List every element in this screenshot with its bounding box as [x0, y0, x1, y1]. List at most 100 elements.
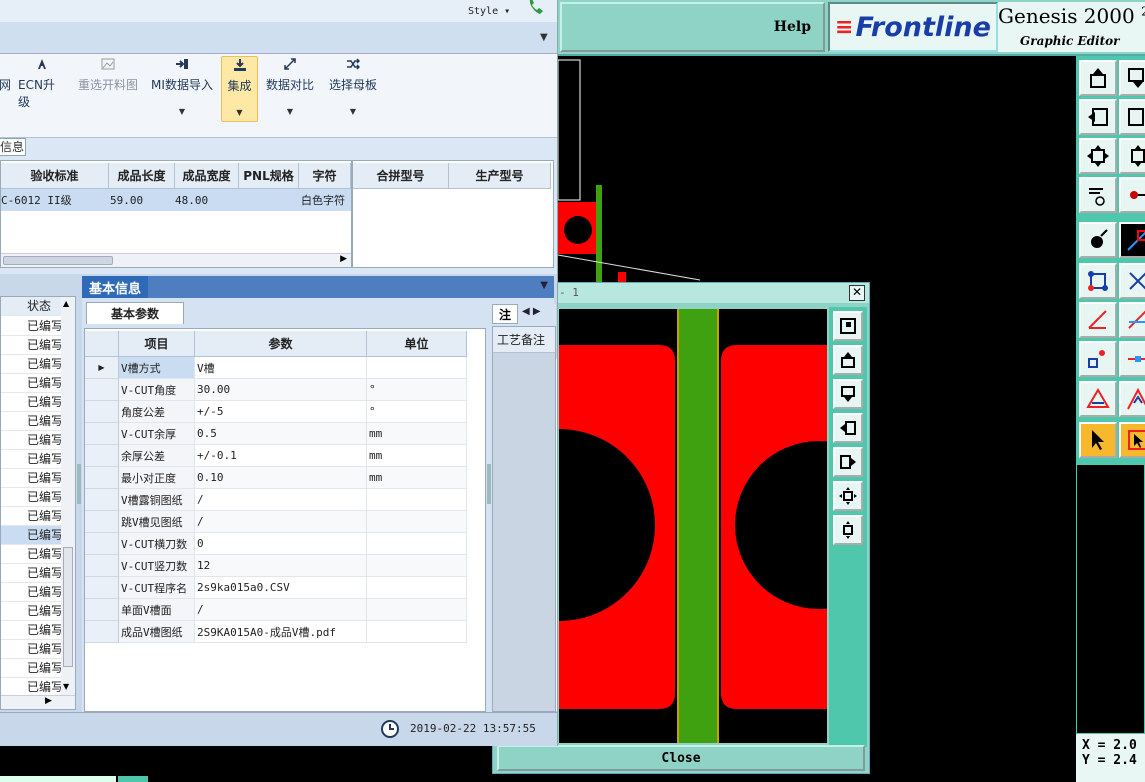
table-cell[interactable]: V槽	[195, 357, 367, 379]
dropdown-arrow-icon[interactable]: ▼	[350, 107, 356, 116]
table-cell[interactable]	[367, 533, 467, 555]
scroll-thumb[interactable]	[63, 547, 73, 667]
table-cell[interactable]: /	[195, 599, 367, 621]
table-cell[interactable]	[367, 489, 467, 511]
node-connect-icon[interactable]	[1079, 263, 1117, 299]
row-header[interactable]	[85, 467, 119, 489]
column-header[interactable]: 项目	[119, 331, 195, 357]
row-header[interactable]	[85, 489, 119, 511]
list-item[interactable]: 已编写	[1, 545, 63, 564]
table-cell[interactable]: 2s9ka015a0.CSV	[195, 577, 367, 599]
column-header[interactable]: 工艺备注	[493, 327, 555, 353]
list-item[interactable]: 已编写	[1, 507, 63, 526]
table-row[interactable]: 角度公差 +/-5 °	[85, 401, 485, 423]
list-item[interactable]: 已编写	[1, 393, 63, 412]
table-cell[interactable]: 白色字符	[299, 189, 351, 211]
scroll-down-icon[interactable]: ▼	[63, 682, 69, 691]
table-cell[interactable]: +/-0.1	[195, 445, 367, 467]
taskbar-item[interactable]	[118, 776, 148, 782]
row-header[interactable]	[85, 599, 119, 621]
column-header[interactable]: 生产型号	[449, 163, 551, 189]
table-cell[interactable]: V槽露铜图纸	[119, 489, 195, 511]
lower-layer-icon[interactable]	[1119, 60, 1145, 96]
peak-tool-icon[interactable]	[1119, 381, 1145, 417]
row-header[interactable]	[85, 511, 119, 533]
ribbon-btn-network[interactable]: 网	[0, 56, 12, 122]
table-cell[interactable]: 30.00	[195, 379, 367, 401]
taskbar-item[interactable]	[0, 776, 116, 782]
ribbon-btn-ecn[interactable]: ECN升级	[18, 56, 66, 122]
table-cell[interactable]: 最小对正度	[119, 467, 195, 489]
table-cell[interactable]: V-CUT角度	[119, 379, 195, 401]
horizontal-scrollbar[interactable]: ▶	[1, 695, 75, 709]
table-row[interactable]: V-CUT余厚 0.5 mm	[85, 423, 485, 445]
list-item[interactable]: 已编写	[1, 355, 63, 374]
angle-tool-icon[interactable]	[1079, 302, 1117, 338]
table-row[interactable]: V-CUT横刀数 0	[85, 533, 485, 555]
ribbon-btn-select-mother[interactable]: 选择母板 ▼	[328, 56, 378, 122]
row-header[interactable]	[85, 577, 119, 599]
list-item[interactable]: 已编写	[1, 431, 63, 450]
zoom-right-icon[interactable]	[833, 447, 863, 477]
table-row[interactable]: 成品V槽图纸 2S9KA015A0-成品V槽.pdf	[85, 621, 485, 643]
table-cell[interactable]: °	[367, 379, 467, 401]
table-cell[interactable]: 余厚公差	[119, 445, 195, 467]
table-cell[interactable]: 成品V槽图纸	[119, 621, 195, 643]
list-item[interactable]: 已编写	[1, 336, 63, 355]
scroll-right-icon[interactable]: ▶	[45, 696, 52, 706]
line-tool-icon[interactable]	[1119, 222, 1145, 258]
row-header[interactable]	[85, 423, 119, 445]
list-item[interactable]: 已编写	[1, 602, 63, 621]
table-row[interactable]: V-CUT程序名 2s9ka015a0.CSV	[85, 577, 485, 599]
list-item[interactable]: 已编写	[1, 469, 63, 488]
row-header[interactable]	[85, 445, 119, 467]
table-cell[interactable]: 2S9KA015A0-成品V槽.pdf	[195, 621, 367, 643]
table-cell[interactable]: 单面V槽面	[119, 599, 195, 621]
table-cell[interactable]: 0	[195, 533, 367, 555]
ribbon-btn-compare[interactable]: 数据对比 ▼	[264, 56, 316, 122]
move-left-icon[interactable]	[1079, 99, 1117, 135]
pad-add-icon[interactable]	[1079, 222, 1117, 258]
table-cell[interactable]	[367, 357, 467, 379]
zoom-canvas[interactable]	[559, 309, 827, 743]
table-cell[interactable]: /	[195, 489, 367, 511]
list-item[interactable]: 已编写	[1, 374, 63, 393]
current-row-icon[interactable]: ▶	[85, 357, 119, 379]
tab-basic-params[interactable]: 基本参数	[86, 302, 184, 324]
triangle-tool-icon[interactable]	[1079, 381, 1117, 417]
row-header[interactable]	[85, 379, 119, 401]
arrow-line-icon[interactable]	[1119, 302, 1145, 338]
table-cell[interactable]: 0.10	[195, 467, 367, 489]
ribbon-collapse-icon[interactable]: ▼	[540, 32, 548, 43]
horizontal-scrollbar[interactable]: ▶	[1, 253, 351, 267]
table-cell[interactable]: °	[367, 401, 467, 423]
column-header[interactable]: 字符	[299, 163, 351, 189]
table-row[interactable]: V-CUT竖刀数 12	[85, 555, 485, 577]
zoom-expand-vertical-icon[interactable]	[833, 515, 863, 545]
table-cell[interactable]: V-CUT横刀数	[119, 533, 195, 555]
probe-icon[interactable]	[1119, 177, 1145, 213]
cross-tool-icon[interactable]	[1119, 263, 1145, 299]
help-button[interactable]: Help	[560, 2, 825, 52]
list-item[interactable]: 已编写	[1, 564, 63, 583]
tab-nav-arrows-icon[interactable]: ◀ ▶	[522, 306, 541, 317]
dropdown-arrow-icon[interactable]: ▼	[287, 107, 293, 116]
table-cell[interactable]	[367, 555, 467, 577]
table-cell[interactable]: C-6012 II级	[1, 189, 109, 211]
table-row[interactable]: 最小对正度 0.10 mm	[85, 467, 485, 489]
list-item[interactable]: 已编写	[1, 640, 63, 659]
list-item[interactable]: 已编写	[1, 621, 63, 640]
scroll-right-icon[interactable]: ▶	[340, 254, 347, 264]
info-tab[interactable]: 信息	[0, 138, 26, 156]
table-cell[interactable]: 角度公差	[119, 401, 195, 423]
splitter-grip[interactable]	[487, 464, 491, 504]
basic-info-title[interactable]: 基本信息	[82, 276, 148, 298]
table-row[interactable]: V-CUT角度 30.00 °	[85, 379, 485, 401]
zoom-up-icon[interactable]	[833, 345, 863, 375]
scroll-up-icon[interactable]: ▲	[63, 299, 69, 308]
status-column-header[interactable]: 状态	[1, 297, 63, 316]
phone-icon[interactable]	[526, 0, 546, 18]
ribbon-btn-integrate[interactable]: 集成 ▼	[221, 56, 258, 122]
column-header[interactable]: 单位	[367, 331, 467, 357]
scroll-thumb[interactable]	[3, 256, 113, 265]
